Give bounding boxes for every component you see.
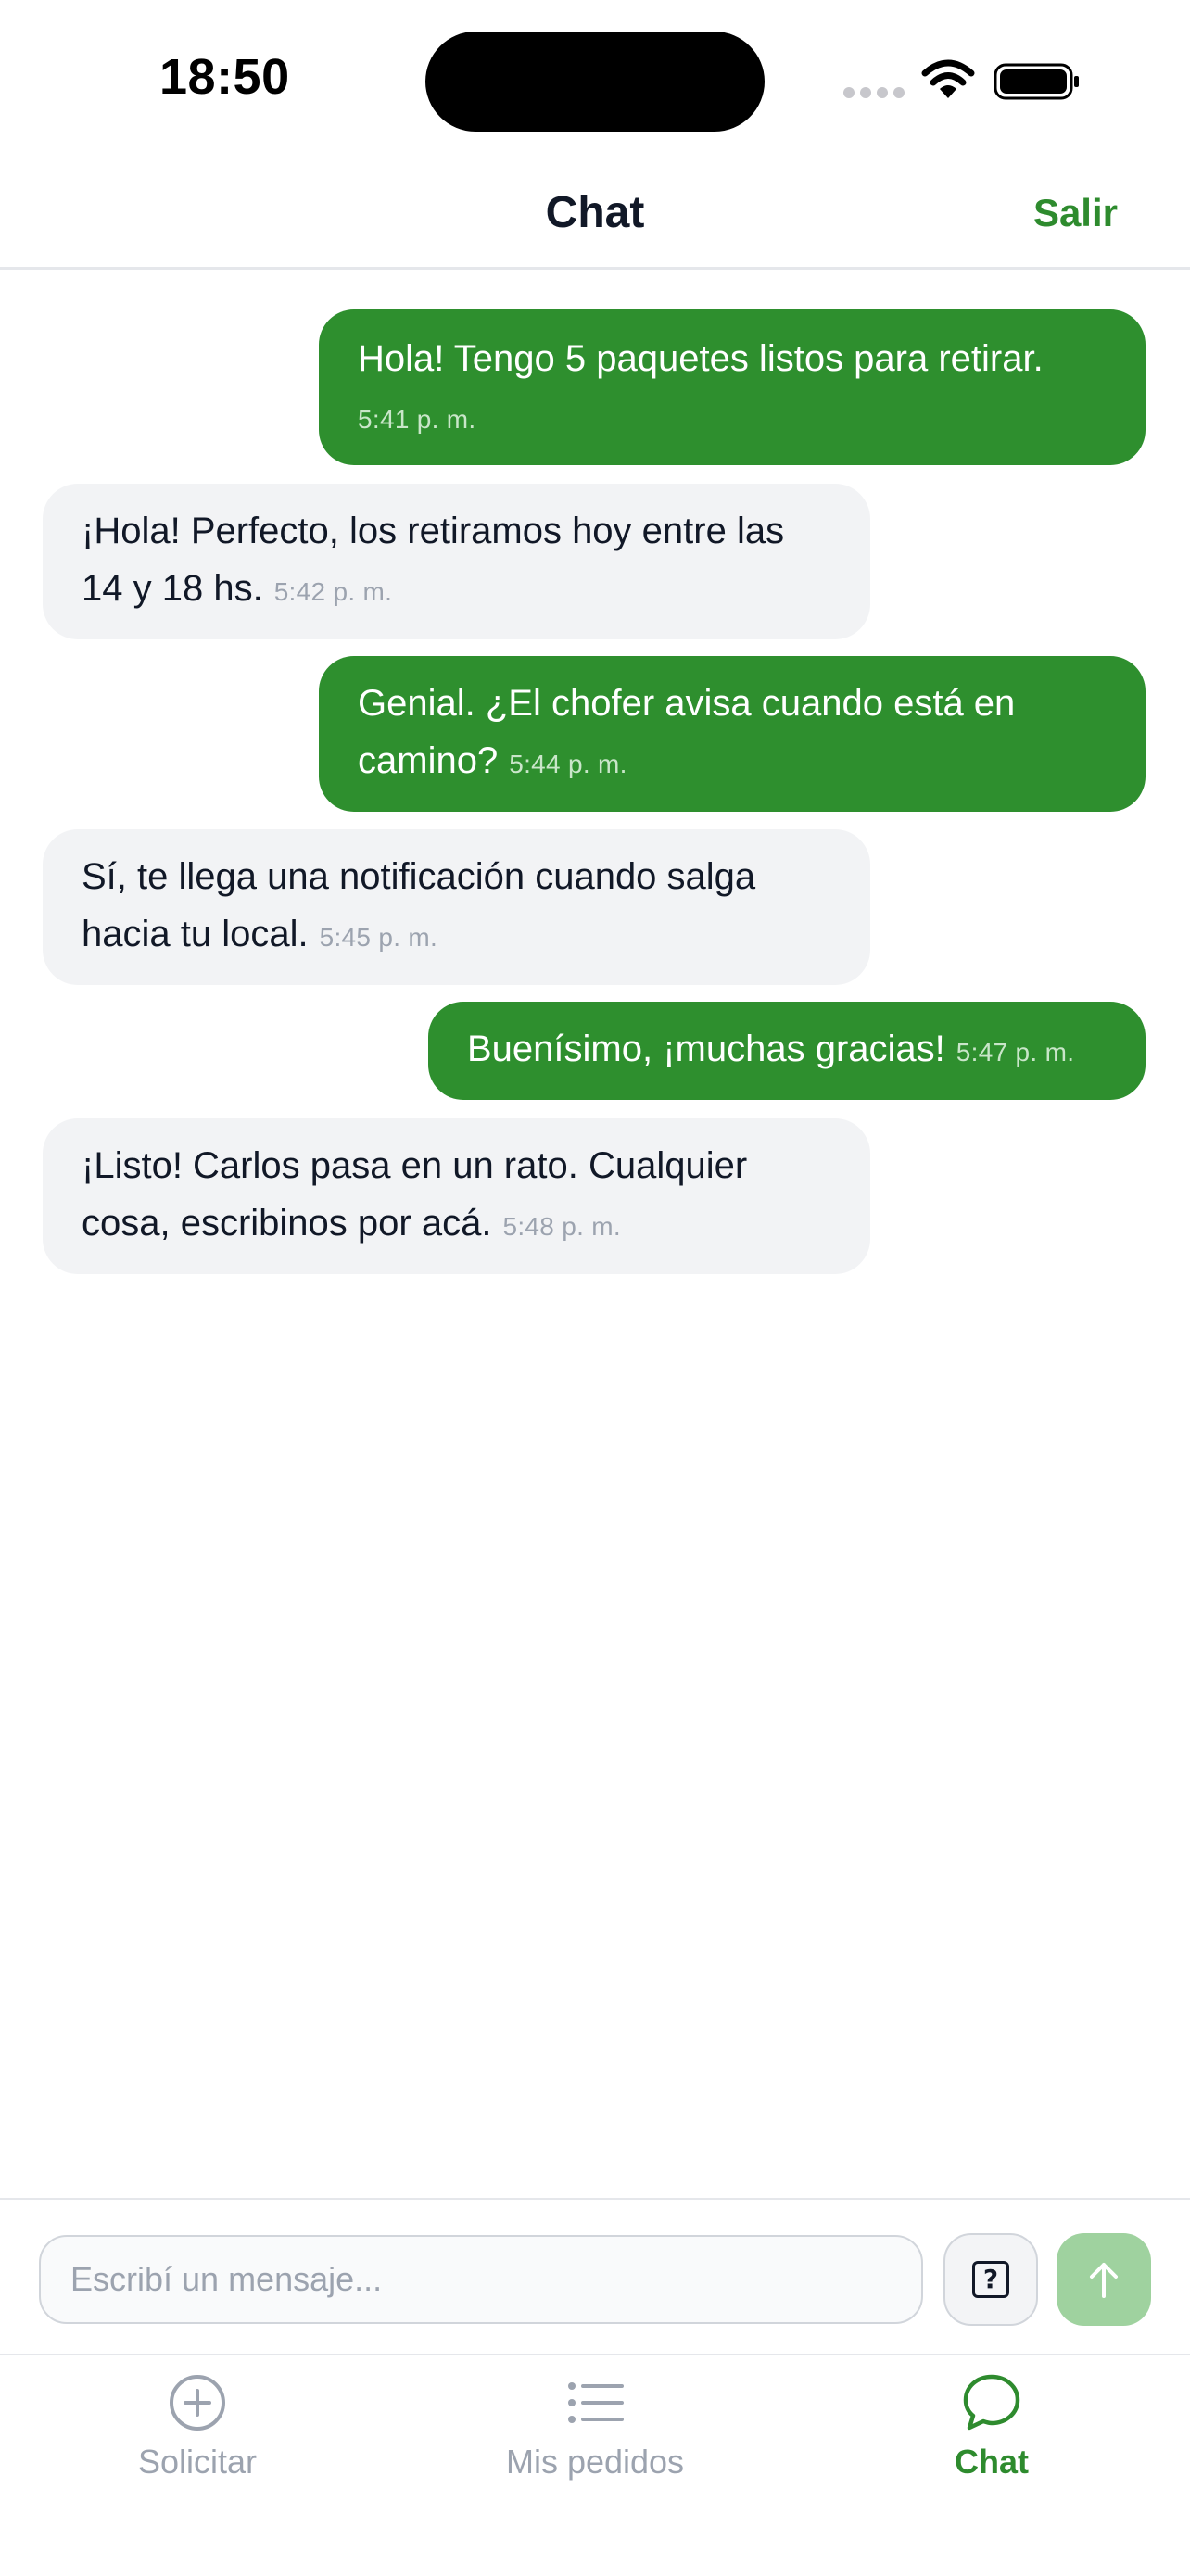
header: Chat Salir: [0, 158, 1190, 270]
help-button[interactable]: ?: [943, 2233, 1038, 2326]
tab-solicitar[interactable]: Solicitar: [58, 2372, 336, 2481]
message-time: 5:42 p. m.: [273, 577, 393, 606]
logout-button[interactable]: Salir: [1033, 191, 1118, 235]
chat-bubble-icon: [963, 2374, 1020, 2431]
message-text: ¡Listo! Carlos pasa en un rato. Cualquie…: [82, 1145, 748, 1244]
message-text: ¡Hola! Perfecto, los retiramos hoy entre…: [82, 511, 785, 609]
message-time: 5:48 p. m.: [502, 1212, 621, 1241]
cellular-signal-icon: [843, 87, 905, 98]
send-button[interactable]: [1057, 2233, 1151, 2326]
battery-icon: [994, 63, 1079, 100]
message-outgoing: Genial. ¿El chofer avisa cuando está en …: [319, 656, 1146, 812]
message-incoming: ¡Hola! Perfecto, los retiramos hoy entre…: [43, 484, 870, 639]
question-mark-icon: ?: [972, 2261, 1009, 2298]
dynamic-island: [425, 32, 765, 132]
tab-label: Chat: [955, 2443, 1029, 2481]
message-outgoing: Buenísimo, ¡muchas gracias! 5:47 p. m.: [428, 1002, 1146, 1100]
message-incoming: Sí, te llega una notificación cuando sal…: [43, 829, 870, 985]
message-time: 5:41 p. m.: [358, 405, 476, 434]
plus-circle-icon: [170, 2375, 225, 2431]
page-title: Chat: [545, 188, 645, 237]
message-time: 5:44 p. m.: [509, 750, 627, 778]
message-input[interactable]: [39, 2235, 923, 2324]
message-time: 5:45 p. m.: [319, 923, 438, 952]
tab-bar: Solicitar Mis pedidos Chat: [0, 2354, 1190, 2576]
message-composer: ?: [0, 2198, 1190, 2355]
tab-chat[interactable]: Chat: [853, 2372, 1131, 2481]
list-icon: [568, 2382, 624, 2423]
wifi-icon: [921, 59, 975, 98]
message-incoming: ¡Listo! Carlos pasa en un rato. Cualquie…: [43, 1118, 870, 1274]
tab-mis-pedidos[interactable]: Mis pedidos: [456, 2372, 734, 2481]
message-time: 5:47 p. m.: [956, 1038, 1075, 1067]
message-list[interactable]: Hola! Tengo 5 paquetes listos para retir…: [0, 271, 1190, 2198]
message-text: Genial. ¿El chofer avisa cuando está en …: [358, 683, 1016, 781]
arrow-up-icon: [1090, 2263, 1118, 2298]
status-bar: 18:50: [0, 0, 1190, 158]
message-text: Buenísimo, ¡muchas gracias!: [467, 1029, 945, 1069]
tab-label: Solicitar: [137, 2443, 258, 2481]
message-outgoing: Hola! Tengo 5 paquetes listos para retir…: [319, 309, 1146, 465]
message-text: Hola! Tengo 5 paquetes listos para retir…: [358, 338, 1044, 379]
tab-label: Mis pedidos: [505, 2443, 685, 2481]
status-time: 18:50: [159, 49, 290, 105]
